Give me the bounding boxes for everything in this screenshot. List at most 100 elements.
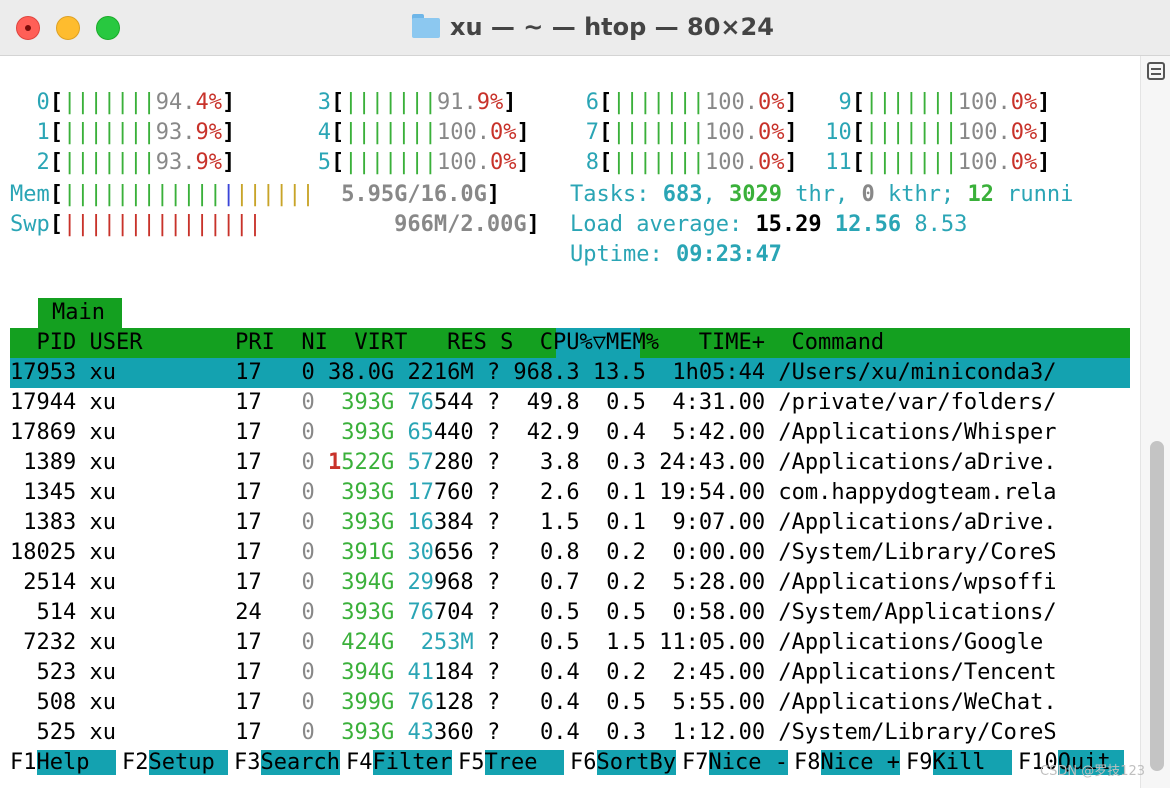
minimize-window-button[interactable] [56, 16, 80, 40]
res: 17760 [407, 480, 474, 505]
cpu-meter-10: 10[|||||||100.0%] [825, 120, 1051, 145]
process-row[interactable]: 17869 xu 17 0 393G 65440 ? 42.9 0.4 5:42… [10, 418, 1057, 448]
fkey-f8[interactable]: F8Nice + [794, 748, 900, 778]
scroll-menu-icon[interactable] [1147, 62, 1165, 80]
res: 2216M [407, 360, 474, 385]
cpu-percent-fraction: 0% [757, 90, 785, 115]
scrollbar[interactable] [1140, 56, 1170, 788]
folder-icon [412, 14, 440, 38]
process-row[interactable]: 514 xu 24 0 393G 76704 ? 0.5 0.5 0:58.00… [10, 598, 1057, 628]
command: /System/Applications/ [778, 600, 1057, 625]
fkey-f2[interactable]: F2Setup [122, 748, 228, 778]
cpu-id: 2 [36, 150, 50, 175]
user: xu [89, 630, 116, 655]
process-row[interactable]: 1389 xu 17 0 1522G 57280 ? 3.8 0.3 24:43… [10, 448, 1056, 478]
nice: 0 [301, 630, 315, 655]
process-row[interactable]: 1383 xu 17 0 393G 16384 ? 1.5 0.1 9:07.0… [10, 508, 1056, 538]
fkey-label: Nice + [820, 750, 900, 775]
time: 1h05:44 [672, 360, 766, 385]
cpu-id: 5 [317, 150, 331, 175]
cpu-percent: 0.5 [539, 600, 580, 625]
cpu-percent: 100. [957, 120, 1011, 145]
time: 1:12.00 [672, 720, 766, 745]
fkey-f5[interactable]: F5Tree [458, 748, 564, 778]
process-row[interactable]: 2514 xu 17 0 394G 29968 ? 0.7 0.2 5:28.0… [10, 568, 1056, 598]
cpu-percent: 100. [704, 120, 758, 145]
mem-percent: 0.2 [606, 570, 646, 595]
cpu-percent-fraction: 0% [489, 120, 517, 145]
zoom-window-button[interactable] [96, 16, 120, 40]
cpu-meter-8: 8[|||||||100.0%] [585, 150, 798, 175]
command: /System/Library/CoreS [778, 720, 1057, 745]
state: ? [486, 390, 501, 415]
cpu-percent-fraction: 0% [489, 150, 517, 175]
swp-meter: Swp[||||||||||||||| 966M/2.00G] [10, 212, 540, 237]
nice: 0 [301, 480, 315, 505]
fkey-number: F4 [346, 750, 373, 775]
process-row[interactable]: 525 xu 17 0 393G 43360 ? 0.4 0.3 1:12.00… [10, 718, 1057, 748]
user: xu [89, 570, 116, 595]
watermark: CSDN @罗技123 [1040, 764, 1146, 779]
nice: 0 [301, 690, 315, 715]
tab-main[interactable]: Main [38, 298, 122, 328]
cpu-percent: 93. [155, 120, 196, 145]
virt: 394G [341, 660, 395, 685]
fkey-f1[interactable]: F1Help [10, 748, 116, 778]
res: 16384 [407, 510, 474, 535]
cpu-meter-6: 6[|||||||100.0%] [585, 90, 798, 115]
fkey-label: Help [36, 750, 116, 775]
pid: 1345 [23, 480, 77, 505]
cpu-percent-fraction: 0% [1010, 150, 1038, 175]
cpu-percent-fraction: 0% [1010, 90, 1038, 115]
process-row[interactable]: 7232 xu 17 0 424G 253M ? 0.5 1.5 11:05.0… [10, 628, 1057, 658]
state: ? [486, 600, 501, 625]
fkey-number: F3 [234, 750, 261, 775]
nice: 0 [301, 510, 315, 535]
process-row[interactable]: 523 xu 17 0 394G 41184 ? 0.4 0.2 2:45.00… [10, 658, 1057, 688]
cpu-id: 8 [585, 150, 599, 175]
mem-percent: 0.5 [606, 600, 646, 625]
virt: 394G [341, 570, 395, 595]
state: ? [486, 480, 501, 505]
fkey-f4[interactable]: F4Filter [346, 748, 452, 778]
user: xu [89, 360, 116, 385]
cpu-percent: 0.4 [539, 690, 580, 715]
cpu-percent: 100. [704, 150, 758, 175]
fkey-f7[interactable]: F7Nice - [682, 748, 788, 778]
column-headers[interactable]: PID USER PRI NI VIRT RES S CPU%▽MEM% TIM… [10, 328, 884, 358]
priority: 24 [235, 600, 262, 625]
fkey-f9[interactable]: F9Kill [906, 748, 1012, 778]
nice: 0 [301, 420, 315, 445]
process-row[interactable]: 1345 xu 17 0 393G 17760 ? 2.6 0.1 19:54.… [10, 478, 1056, 508]
process-row[interactable]: 18025 xu 17 0 391G 30656 ? 0.8 0.2 0:00.… [10, 538, 1057, 568]
pid: 523 [36, 660, 77, 685]
mem-percent: 0.1 [606, 480, 646, 505]
cpu-bar: ||||||| [344, 120, 437, 145]
priority: 17 [235, 360, 262, 385]
fkey-label: Tree [484, 750, 564, 775]
fkey-f3[interactable]: F3Search [234, 748, 340, 778]
cpu-percent-fraction: 0% [1010, 120, 1038, 145]
priority: 17 [235, 510, 262, 535]
cpu-meter-3: 3[|||||||91.9%] [317, 90, 517, 115]
virt: 393G [341, 720, 395, 745]
nice: 0 [301, 570, 315, 595]
cpu-percent-fraction: 9% [195, 120, 222, 145]
process-row[interactable]: 508 xu 17 0 399G 76128 ? 0.4 0.5 5:55.00… [10, 688, 1057, 718]
process-row[interactable]: 17953 xu 17 0 38.0G 2216M ? 968.3 13.5 1… [10, 358, 1057, 388]
terminal-screen[interactable]: 0[|||||||94.4%] 1[|||||||93.9%] 2[||||||… [0, 56, 1140, 788]
scrollbar-thumb[interactable] [1150, 441, 1164, 771]
pid: 1383 [23, 510, 77, 535]
res: 76704 [407, 600, 474, 625]
title-bar: xu — ~ — htop — 80×24 [0, 0, 1170, 56]
cpu-percent-fraction: 0% [757, 120, 785, 145]
process-row[interactable]: 17944 xu 17 0 393G 76544 ? 49.8 0.5 4:31… [10, 388, 1057, 418]
cpu-percent-fraction: 9% [476, 90, 504, 115]
mem-percent: 0.3 [606, 720, 646, 745]
nice: 0 [301, 360, 315, 385]
close-window-button[interactable] [16, 16, 40, 40]
pid: 17869 [10, 420, 77, 445]
fkey-f6[interactable]: F6SortBy [570, 748, 676, 778]
command: /Applications/Tencent [778, 660, 1057, 685]
cpu-percent: 0.4 [539, 720, 580, 745]
